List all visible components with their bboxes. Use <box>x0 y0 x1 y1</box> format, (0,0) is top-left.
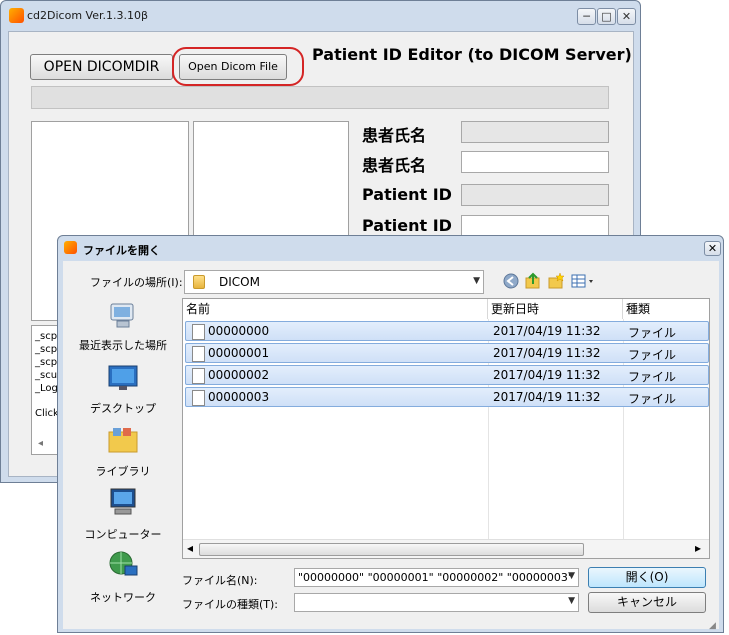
place-label-desktop[interactable]: デスクトップ <box>68 400 178 416</box>
cancel-button[interactable]: キャンセル <box>588 592 706 613</box>
file-list[interactable]: 名前 更新日時 種類 00000000 2017/04/19 11:32 ファイ… <box>182 298 710 559</box>
network-icon[interactable] <box>105 549 141 581</box>
patient-id-new-label: Patient ID <box>362 216 452 235</box>
patient-id-current-field <box>461 184 609 206</box>
file-icon <box>192 346 205 362</box>
scroll-right-arrow[interactable]: ▸ <box>695 541 701 555</box>
scroll-thumb[interactable] <box>199 543 584 556</box>
horizontal-scrollbar[interactable]: ◂ ▸ <box>183 539 709 558</box>
file-date: 2017/04/19 11:32 <box>493 324 601 338</box>
filetype-label: ファイルの種類(T): <box>182 598 279 611</box>
chevron-down-icon[interactable]: ▼ <box>473 276 480 286</box>
click-hint: Click <box>35 408 59 419</box>
folder-icon <box>193 275 205 289</box>
close-button[interactable]: ✕ <box>617 8 636 25</box>
patient-id-label: Patient ID <box>362 185 452 204</box>
file-type: ファイル <box>628 392 677 406</box>
patient-id-new-field[interactable] <box>461 215 609 237</box>
minimize-button[interactable]: ─ <box>577 8 596 25</box>
open-dicomdir-button[interactable]: OPEN DICOMDIR <box>30 54 173 80</box>
file-date: 2017/04/19 11:32 <box>493 346 601 360</box>
dialog-close-button[interactable]: ✕ <box>704 241 721 256</box>
resize-grip-icon[interactable]: ◢ <box>709 621 719 631</box>
column-header-date[interactable]: 更新日時 <box>488 299 623 319</box>
patient-name-new-field[interactable] <box>461 151 609 173</box>
file-row[interactable]: 00000003 2017/04/19 11:32 ファイル <box>185 387 709 407</box>
patient-name-label: 患者氏名 <box>362 126 427 145</box>
place-label-library[interactable]: ライブラリ <box>68 463 178 479</box>
file-name: 00000000 <box>208 324 270 338</box>
column-header-type[interactable]: 種類 <box>623 299 709 319</box>
open-button[interactable]: 開く(O) <box>588 567 706 588</box>
log-line: _Log <box>35 383 58 394</box>
log-line: _scp <box>35 344 58 355</box>
places-bar: 最近表示した場所 デスクトップ ライブラリ コンピューター ネットワーク <box>68 294 178 624</box>
main-titlebar[interactable]: cd2Dicom Ver.1.3.10β ─ □ ✕ <box>1 1 640 31</box>
file-date: 2017/04/19 11:32 <box>493 368 601 382</box>
library-icon[interactable] <box>105 424 141 456</box>
file-icon <box>192 368 205 384</box>
column-header-name[interactable]: 名前 <box>183 299 488 319</box>
back-icon[interactable] <box>502 272 520 290</box>
filename-label: ファイル名(N): <box>182 574 258 587</box>
filename-value: "00000000" "00000001" "00000002" "000000… <box>298 571 573 584</box>
file-type: ファイル <box>628 370 677 384</box>
place-label-network[interactable]: ネットワーク <box>68 589 178 605</box>
file-type: ファイル <box>628 348 677 362</box>
chevron-down-icon[interactable]: ▼ <box>568 596 575 606</box>
file-row[interactable]: 00000002 2017/04/19 11:32 ファイル <box>185 365 709 385</box>
desktop-icon[interactable] <box>105 362 141 394</box>
file-type: ファイル <box>628 326 677 340</box>
filename-combobox[interactable]: "00000000" "00000001" "00000002" "000000… <box>294 568 579 587</box>
highlight-ring <box>172 47 304 86</box>
computer-icon[interactable] <box>105 486 141 518</box>
log-line: _scp <box>35 357 58 368</box>
file-date: 2017/04/19 11:32 <box>493 390 601 404</box>
file-name: 00000001 <box>208 346 270 360</box>
app-icon <box>9 8 24 23</box>
dialog-title: ファイルを開く <box>83 244 160 257</box>
file-icon <box>192 390 205 406</box>
patient-name-current-field <box>461 121 609 143</box>
scroll-left-arrow[interactable]: ◂ <box>187 541 193 555</box>
chevron-down-icon[interactable]: ▼ <box>568 571 575 581</box>
file-name: 00000003 <box>208 390 270 404</box>
filetype-combobox[interactable]: ▼ <box>294 593 579 612</box>
place-label-recent[interactable]: 最近表示した場所 <box>68 337 178 353</box>
scroll-left-arrow[interactable]: ◂ <box>38 438 43 449</box>
patient-name-new-label: 患者氏名 <box>362 156 427 175</box>
file-name: 00000002 <box>208 368 270 382</box>
maximize-button[interactable]: □ <box>597 8 616 25</box>
open-file-dialog: ファイルを開く ✕ ファイルの場所(I): DICOM ▼ 最近表示した場所 デ… <box>57 235 724 633</box>
series-listbox[interactable] <box>193 121 349 236</box>
new-folder-icon[interactable] <box>547 272 565 290</box>
log-line: _scp <box>35 331 58 342</box>
view-menu-icon[interactable] <box>570 272 596 290</box>
progress-bar <box>31 86 609 109</box>
file-icon <box>192 324 205 340</box>
look-in-value: DICOM <box>219 275 260 289</box>
look-in-combobox[interactable]: DICOM ▼ <box>184 270 484 294</box>
file-row[interactable]: 00000000 2017/04/19 11:32 ファイル <box>185 321 709 341</box>
editor-title: Patient ID Editor (to DICOM Server) <box>312 45 632 64</box>
dialog-app-icon <box>64 241 77 254</box>
look-in-label: ファイルの場所(I): <box>90 276 183 289</box>
place-label-computer[interactable]: コンピューター <box>68 526 178 542</box>
recent-places-icon[interactable] <box>105 300 141 332</box>
log-line: _scu <box>35 370 58 381</box>
window-title: cd2Dicom Ver.1.3.10β <box>27 9 148 22</box>
file-row[interactable]: 00000001 2017/04/19 11:32 ファイル <box>185 343 709 363</box>
up-folder-icon[interactable] <box>524 272 542 290</box>
